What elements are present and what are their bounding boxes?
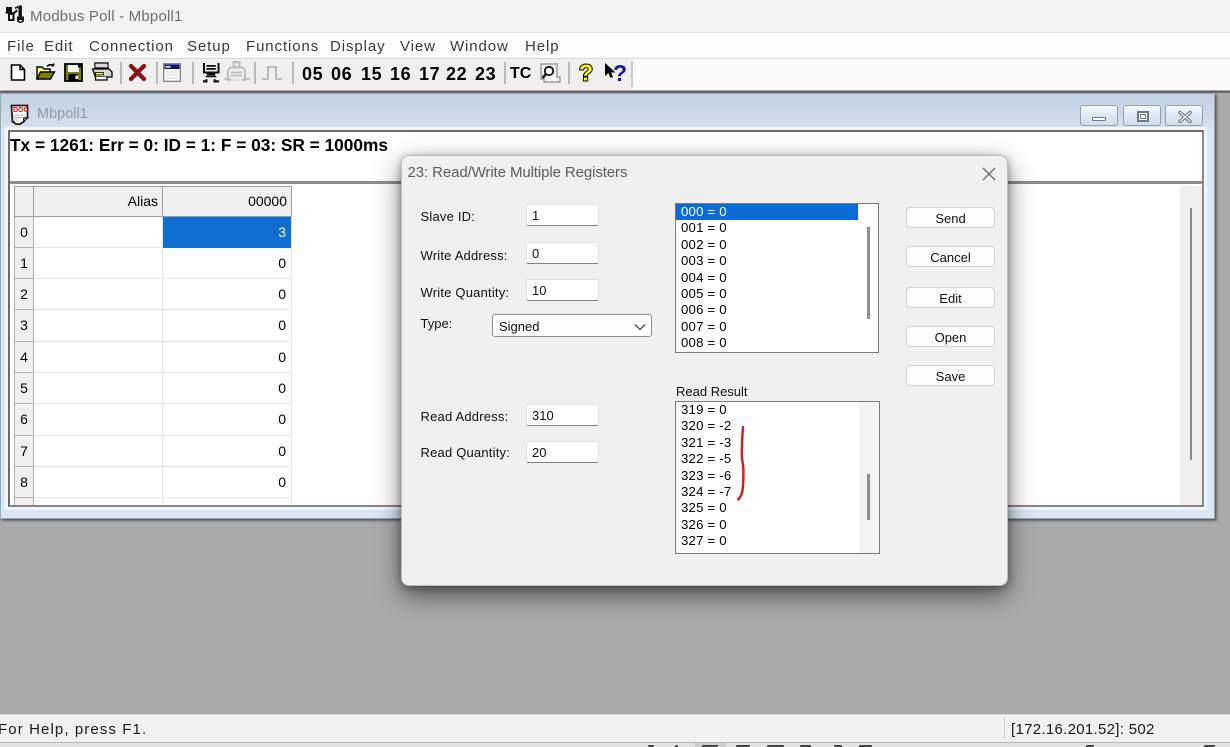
svg-text:DOC: DOC: [13, 107, 29, 114]
svg-text:?: ?: [579, 62, 593, 84]
